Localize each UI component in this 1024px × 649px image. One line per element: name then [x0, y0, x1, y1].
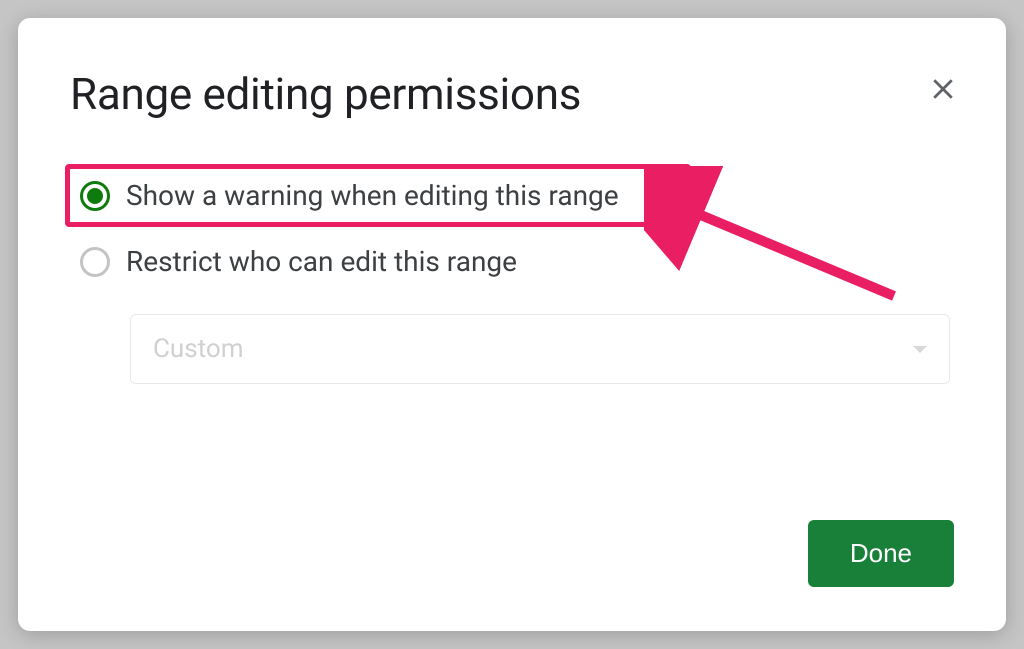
dialog-header: Range editing permissions	[70, 68, 954, 120]
radio-selected-icon	[80, 181, 110, 211]
dialog-title: Range editing permissions	[70, 68, 581, 120]
option-restrict-label: Restrict who can edit this range	[126, 245, 517, 278]
option-restrict[interactable]: Restrict who can edit this range	[70, 239, 954, 284]
radio-dot	[87, 188, 103, 204]
option-show-warning[interactable]: Show a warning when editing this range	[65, 164, 691, 227]
close-button[interactable]	[928, 74, 958, 108]
radio-unselected-icon	[80, 247, 110, 277]
option-warning-label: Show a warning when editing this range	[126, 179, 619, 212]
restrict-dropdown: Custom	[130, 314, 950, 384]
chevron-down-icon	[913, 346, 927, 353]
close-icon	[928, 74, 958, 104]
options-group: Show a warning when editing this range R…	[70, 164, 954, 384]
dropdown-value: Custom	[153, 334, 244, 364]
done-button[interactable]: Done	[808, 520, 954, 587]
range-permissions-dialog: Range editing permissions Show a warning…	[18, 18, 1006, 631]
